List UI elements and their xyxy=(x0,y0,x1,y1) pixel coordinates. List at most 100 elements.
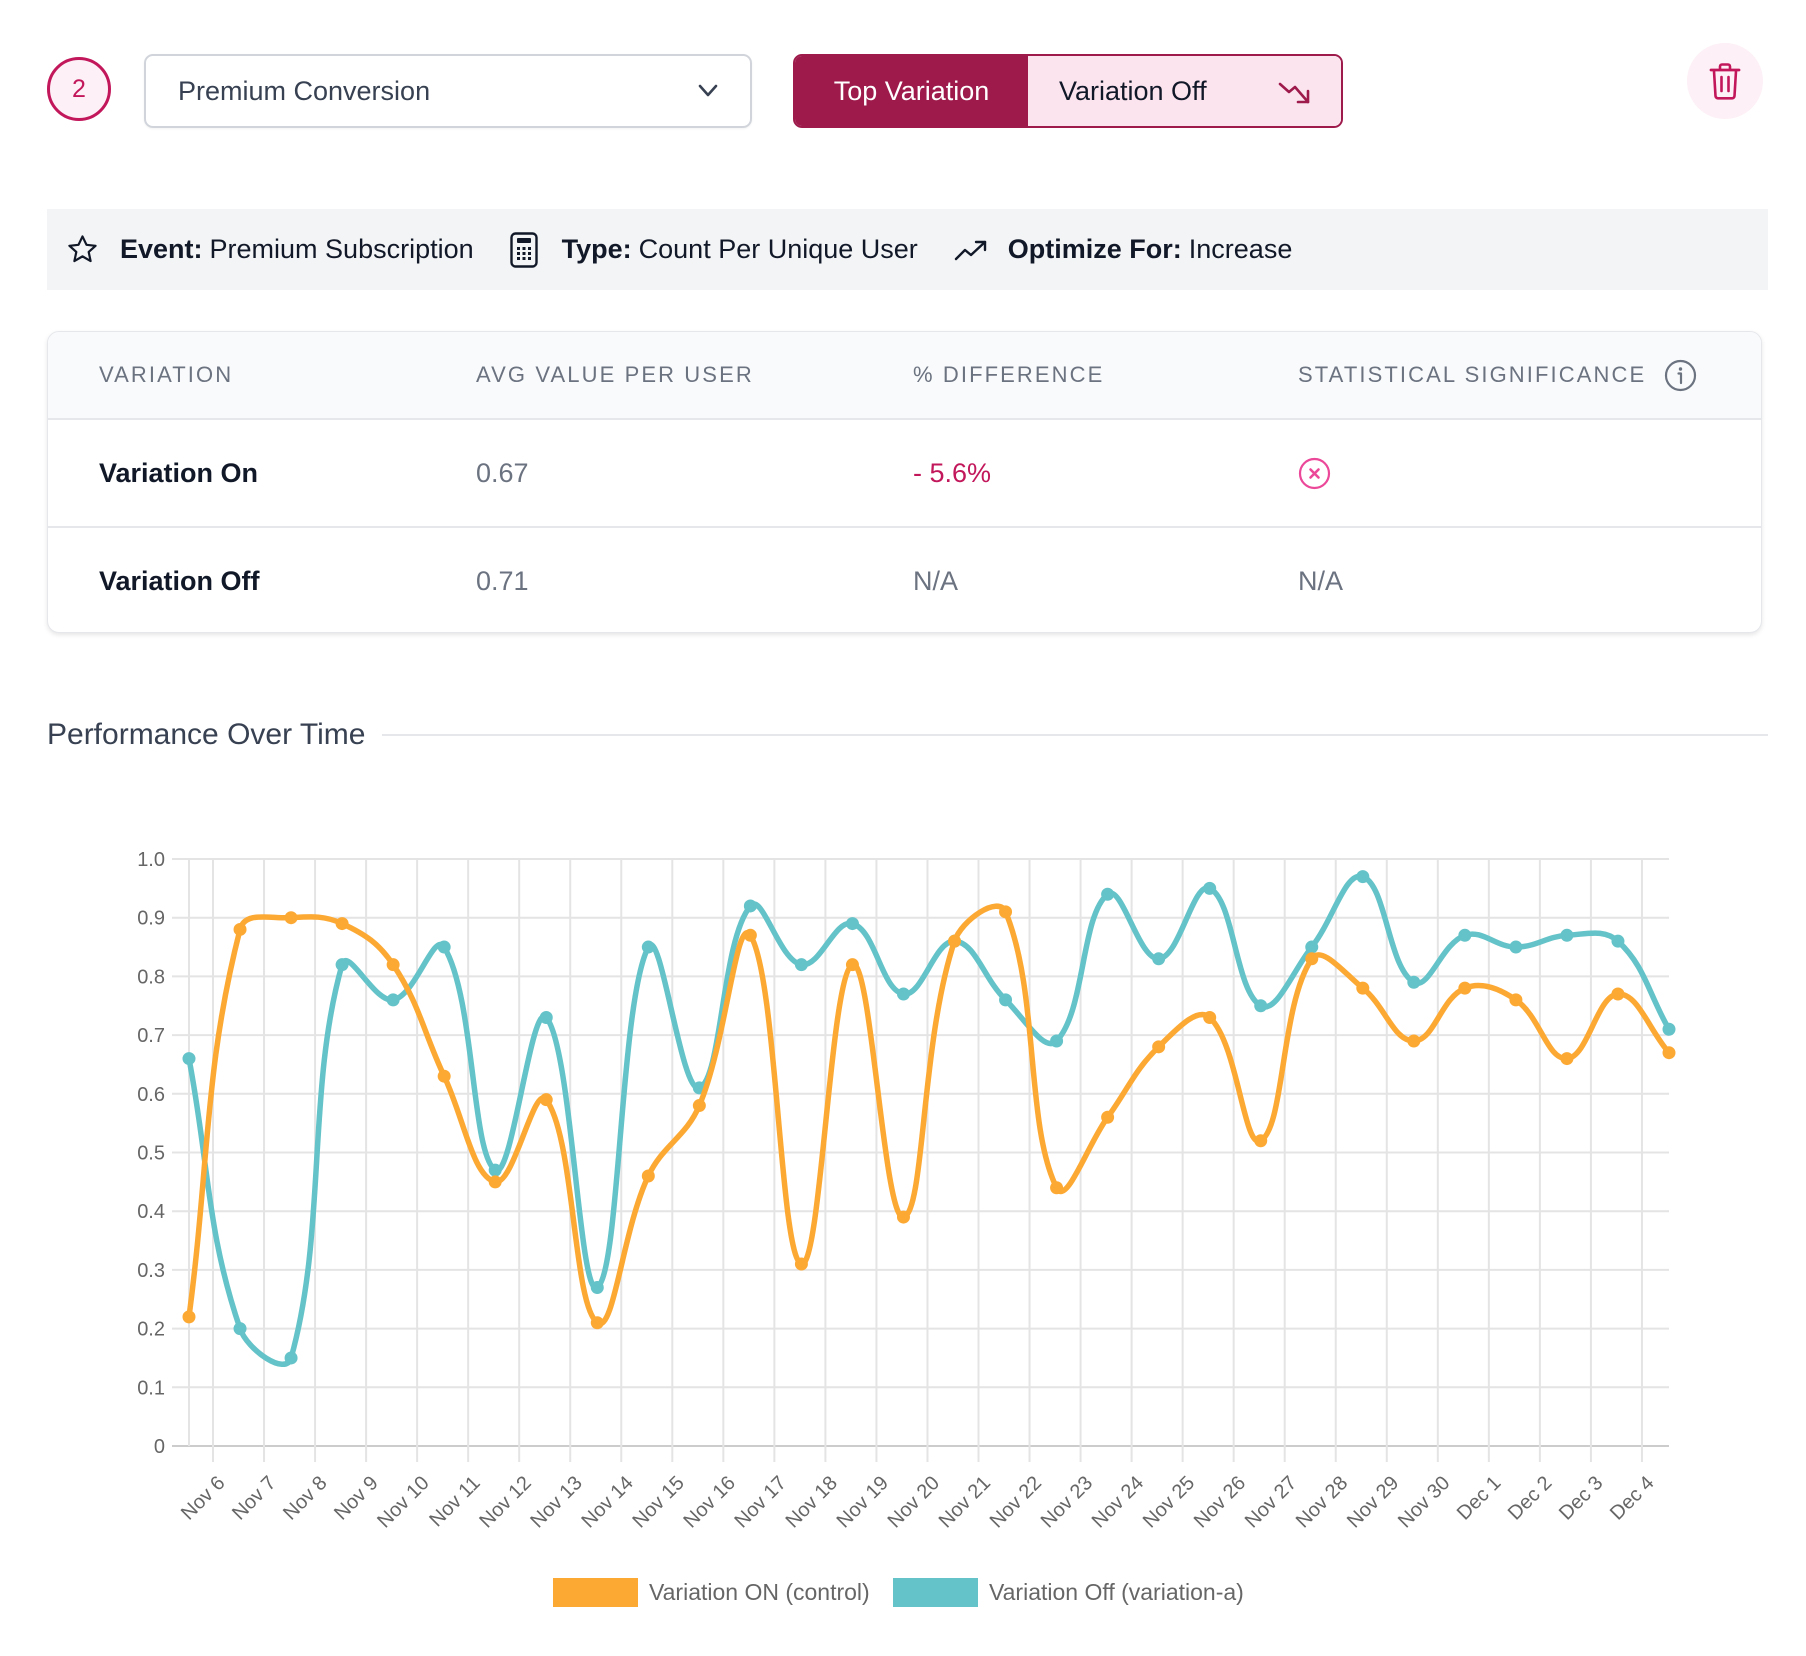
data-point-variation-off xyxy=(999,993,1013,1007)
x-tick-label: Dec 3 xyxy=(1555,1472,1608,1525)
info-event-value: Premium Subscription xyxy=(209,234,474,264)
y-tick-label: 0.3 xyxy=(137,1260,165,1282)
x-tick-label: Nov 14 xyxy=(577,1472,637,1532)
data-point-variation-on xyxy=(590,1316,604,1330)
top-variation-value[interactable]: Variation Off xyxy=(1028,56,1341,126)
top-variation-value-text: Variation Off xyxy=(1059,75,1207,106)
data-point-variation-on xyxy=(743,928,757,942)
data-point-variation-on xyxy=(1101,1110,1115,1124)
y-tick-label: 0.6 xyxy=(137,1084,165,1106)
column-header-avg-value: AVG VALUE PER USER xyxy=(476,362,754,387)
x-tick-label: Nov 11 xyxy=(425,1472,484,1531)
section-title: Performance Over Time xyxy=(47,718,366,751)
metric-info-bar: Event: Premium Subscription Type: Count … xyxy=(47,209,1768,290)
data-point-variation-off xyxy=(1662,1022,1676,1036)
x-tick-label: Nov 23 xyxy=(1037,1472,1097,1532)
x-tick-label: Dec 2 xyxy=(1504,1472,1557,1525)
data-point-variation-on xyxy=(1560,1052,1574,1066)
data-point-variation-off xyxy=(233,1322,247,1336)
legend-swatch-variation-on xyxy=(553,1577,638,1607)
column-header-significance: STATISTICAL SIGNIFICANCE xyxy=(1298,332,1697,418)
data-point-variation-on xyxy=(896,1210,910,1224)
y-tick-label: 0.2 xyxy=(137,1319,165,1341)
data-point-variation-off xyxy=(1509,940,1523,954)
legend-item-variation-off[interactable]: Variation Off (variation-a) xyxy=(893,1577,1244,1607)
data-point-variation-on xyxy=(539,1093,553,1107)
series-line-variation-off xyxy=(186,873,1672,1367)
row-variation-name: Variation Off xyxy=(99,565,260,596)
data-point-variation-on xyxy=(1305,952,1319,966)
x-tick-label: Nov 24 xyxy=(1088,1472,1148,1532)
data-point-variation-on xyxy=(1254,1134,1268,1148)
data-point-variation-on xyxy=(641,1169,655,1183)
data-point-variation-off xyxy=(539,1010,553,1024)
data-point-variation-off xyxy=(743,899,757,913)
data-point-variation-on xyxy=(233,922,247,936)
section-divider xyxy=(382,734,1768,736)
column-header-difference: % DIFFERENCE xyxy=(913,362,1105,387)
calculator-icon xyxy=(509,231,538,268)
x-tick-label: Nov 15 xyxy=(628,1472,688,1532)
data-point-variation-on xyxy=(948,934,962,948)
data-point-variation-off xyxy=(896,987,910,1001)
data-point-variation-off xyxy=(1203,881,1217,895)
data-point-variation-off xyxy=(1407,975,1421,989)
data-point-variation-on xyxy=(386,958,400,972)
legend-label-variation-off: Variation Off (variation-a) xyxy=(989,1578,1244,1605)
legend-swatch-variation-off xyxy=(893,1577,978,1607)
row-significance: N/A xyxy=(1298,565,1344,596)
data-point-variation-off xyxy=(182,1052,196,1066)
x-tick-label: Nov 12 xyxy=(475,1472,535,1532)
data-point-variation-off xyxy=(794,958,808,972)
x-tick-label: Nov 7 xyxy=(228,1472,281,1525)
x-tick-label: Dec 1 xyxy=(1453,1472,1506,1525)
data-point-variation-off xyxy=(1050,1034,1064,1048)
row-difference: - 5.6% xyxy=(913,457,992,488)
info-optimize-for-label: Optimize For: xyxy=(1007,234,1182,264)
data-point-variation-off xyxy=(1152,952,1166,966)
data-point-variation-off xyxy=(641,940,655,954)
results-table: VARIATION AVG VALUE PER USER % DIFFERENC… xyxy=(47,331,1762,633)
legend-item-variation-on[interactable]: Variation ON (control) xyxy=(553,1577,870,1607)
data-point-variation-on xyxy=(1407,1034,1421,1048)
y-tick-label: 0.9 xyxy=(137,908,165,930)
chart-legend: Variation ON (control) Variation Off (va… xyxy=(0,1577,1806,1607)
info-type: Type: Count Per Unique User xyxy=(509,231,918,268)
info-icon[interactable] xyxy=(1664,359,1697,392)
data-point-variation-on xyxy=(1356,981,1370,995)
star-icon xyxy=(66,233,99,266)
data-point-variation-off xyxy=(1356,870,1370,884)
data-point-variation-on xyxy=(1203,1010,1217,1024)
info-event: Event: Premium Subscription xyxy=(66,233,474,266)
x-tick-label: Nov 6 xyxy=(177,1472,230,1525)
data-point-variation-on xyxy=(488,1175,502,1189)
data-point-variation-off xyxy=(1611,934,1625,948)
x-tick-label: Nov 16 xyxy=(679,1472,739,1532)
data-point-variation-on xyxy=(845,958,859,972)
info-type-label: Type: xyxy=(561,234,632,264)
data-point-variation-off xyxy=(1101,887,1115,901)
data-point-variation-on xyxy=(1509,993,1523,1007)
x-tick-label: Nov 30 xyxy=(1394,1472,1454,1532)
x-tick-label: Nov 25 xyxy=(1139,1472,1199,1532)
top-variation-label-text: Top Variation xyxy=(833,75,990,106)
y-tick-label: 0.5 xyxy=(137,1143,165,1165)
x-tick-label: Nov 8 xyxy=(279,1472,332,1525)
data-point-variation-off xyxy=(1254,999,1268,1013)
data-point-variation-on xyxy=(1152,1040,1166,1054)
data-point-variation-off xyxy=(386,993,400,1007)
data-point-variation-on xyxy=(335,917,349,931)
y-tick-label: 0.8 xyxy=(137,966,165,988)
data-point-variation-on xyxy=(1662,1046,1676,1060)
top-variation-toggle[interactable]: Top Variation Variation Off xyxy=(793,54,1343,128)
x-tick-label: Dec 4 xyxy=(1606,1472,1659,1525)
row-avg-value: 0.67 xyxy=(476,457,529,488)
info-type-value: Count Per Unique User xyxy=(638,234,918,264)
data-point-variation-on xyxy=(1458,981,1472,995)
x-tick-label: Nov 27 xyxy=(1241,1472,1301,1532)
metric-select[interactable]: Premium Conversion xyxy=(144,54,752,128)
metric-select-value: Premium Conversion xyxy=(178,75,431,106)
data-point-variation-on xyxy=(437,1069,451,1083)
row-difference: N/A xyxy=(913,565,959,596)
delete-metric-button[interactable] xyxy=(1687,43,1763,119)
